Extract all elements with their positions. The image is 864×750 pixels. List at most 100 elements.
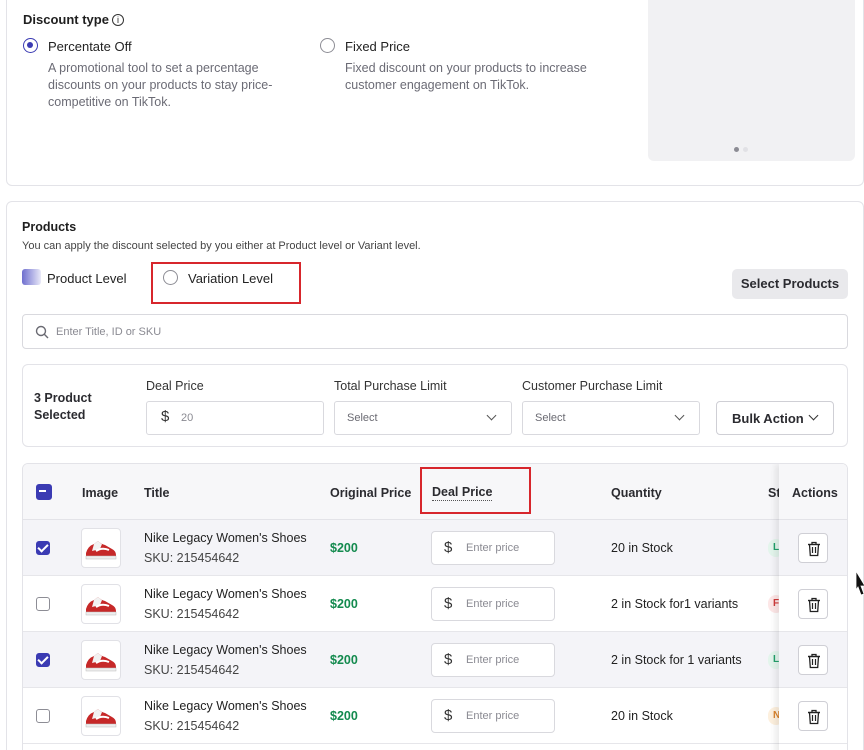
trash-icon	[808, 653, 820, 669]
product-sku: SKU: 215454642	[144, 607, 240, 621]
desc-line: A promotional tool to set a percentage	[48, 61, 259, 75]
customer-purchase-limit-select[interactable]: Select	[522, 401, 700, 435]
header-actions: Actions	[792, 486, 838, 500]
product-thumbnail	[81, 584, 121, 624]
product-name[interactable]: Nike Legacy Women's Shoes	[144, 699, 314, 713]
deal-price-input[interactable]: $ Enter price	[431, 643, 555, 677]
quantity: 20 in Stock	[611, 541, 673, 555]
original-price: $200	[330, 653, 358, 667]
header-original-price[interactable]: Original Price	[330, 486, 411, 500]
mouse-cursor-icon	[855, 570, 864, 596]
bulk-action-button[interactable]: Bulk Action	[716, 401, 834, 435]
actions-cell	[779, 576, 847, 632]
search-placeholder: Enter Title, ID or SKU	[56, 326, 162, 338]
dollar-icon: $	[444, 651, 453, 668]
carousel-dot[interactable]	[743, 147, 748, 152]
actions-column: Actions	[779, 464, 847, 750]
discount-preview-image	[648, 0, 855, 161]
header-title[interactable]: Title	[144, 486, 169, 500]
row-checkbox[interactable]	[36, 597, 50, 611]
total-purchase-limit-select[interactable]: Select	[334, 401, 512, 435]
product-name[interactable]: Nike Legacy Women's Shoes	[144, 643, 314, 657]
delete-button[interactable]	[798, 533, 828, 563]
delete-button[interactable]	[798, 701, 828, 731]
product-level-label[interactable]: Product Level	[47, 271, 127, 286]
dollar-icon: $	[444, 707, 453, 724]
percentage-off-label[interactable]: Percentate Off	[48, 39, 132, 54]
shoe-image	[85, 597, 117, 616]
percentage-off-radio[interactable]	[23, 38, 38, 53]
deal-price-placeholder: Enter price	[466, 542, 520, 554]
bulk-edit-panel: 3 Product Selected Deal Price $ 20 Total…	[22, 364, 848, 447]
select-value: Select	[535, 412, 566, 424]
bulk-action-label: Bulk Action	[732, 411, 804, 426]
deal-price-placeholder: Enter price	[466, 710, 520, 722]
desc-line: discounts on your products to stay price…	[48, 78, 273, 92]
discount-type-label: Discount type	[23, 12, 109, 27]
search-icon	[35, 325, 49, 339]
product-sku: SKU: 215454642	[144, 551, 240, 565]
dollar-icon: $	[444, 595, 453, 612]
product-thumbnail	[81, 528, 121, 568]
original-price: $200	[330, 709, 358, 723]
dollar-icon: $	[161, 408, 170, 425]
trash-icon	[808, 541, 820, 557]
actions-cell	[779, 520, 847, 576]
shoe-image	[85, 709, 117, 728]
shoe-image	[85, 653, 117, 672]
selected-count: 3 Product Selected	[34, 391, 92, 422]
actions-cell	[779, 688, 847, 744]
carousel-dot-active[interactable]	[734, 147, 739, 152]
original-price: $200	[330, 541, 358, 555]
desc-line: competitive on TikTok.	[48, 95, 171, 109]
table-row: Nike Legacy Women's Shoes SKU: 215454642 $…	[23, 520, 847, 576]
chevron-down-icon	[674, 410, 685, 421]
deal-price-input[interactable]: $ Enter price	[431, 587, 555, 621]
desc-line: Fixed discount on your products to incre…	[345, 61, 587, 75]
chevron-down-icon	[486, 410, 497, 421]
variation-level-label[interactable]: Variation Level	[188, 271, 273, 286]
desc-line: customer engagement on TikTok.	[345, 78, 530, 92]
fixed-price-label[interactable]: Fixed Price	[345, 39, 410, 54]
product-name[interactable]: Nike Legacy Women's Shoes	[144, 531, 314, 545]
bulk-deal-price-placeholder: 20	[181, 412, 194, 424]
quantity: 2 in Stock for1 variants	[611, 597, 739, 611]
info-icon[interactable]: i	[111, 14, 124, 26]
bulk-deal-price-input[interactable]: $ 20	[146, 401, 324, 435]
actions-header: Actions	[779, 464, 847, 520]
product-level-radio[interactable]	[22, 269, 41, 285]
select-products-button[interactable]: Select Products	[732, 269, 848, 299]
deal-price-label: Deal Price	[146, 379, 204, 393]
deal-price-input[interactable]: $ Enter price	[431, 699, 555, 733]
discount-type-title: Discount type i	[23, 12, 124, 27]
header-quantity[interactable]: Quantity	[611, 486, 662, 500]
percentage-off-description: A promotional tool to set a percentage d…	[48, 60, 272, 111]
row-checkbox[interactable]	[36, 653, 50, 667]
product-sku: SKU: 215454642	[144, 719, 240, 733]
delete-button[interactable]	[798, 589, 828, 619]
row-checkbox[interactable]	[36, 709, 50, 723]
deal-price-placeholder: Enter price	[466, 598, 520, 610]
fixed-price-radio[interactable]	[320, 38, 335, 53]
discount-type-card: Discount type i Percentate Off A promotio…	[6, 0, 864, 186]
select-all-checkbox[interactable]	[36, 484, 52, 500]
dollar-icon: $	[444, 539, 453, 556]
row-checkbox[interactable]	[36, 541, 50, 555]
variation-level-radio[interactable]	[163, 270, 178, 285]
product-name[interactable]: Nike Legacy Women's Shoes	[144, 587, 314, 601]
customer-purchase-limit-label: Customer Purchase Limit	[522, 379, 663, 393]
trash-icon	[808, 709, 820, 725]
highlight-deal-price-header	[420, 467, 531, 514]
select-value: Select	[347, 412, 378, 424]
products-title: Products	[22, 220, 77, 234]
delete-button[interactable]	[798, 645, 828, 675]
actions-cell	[779, 632, 847, 688]
product-thumbnail	[81, 696, 121, 736]
deal-price-input[interactable]: $ Enter price	[431, 531, 555, 565]
search-input[interactable]: Enter Title, ID or SKU	[22, 314, 848, 349]
deal-price-placeholder: Enter price	[466, 654, 520, 666]
product-sku: SKU: 215454642	[144, 663, 240, 677]
table-row: Nike Legacy Women's Shoes SKU: 215454642 $…	[23, 688, 847, 744]
shoe-image	[85, 541, 117, 560]
total-purchase-limit-label: Total Purchase Limit	[334, 379, 447, 393]
